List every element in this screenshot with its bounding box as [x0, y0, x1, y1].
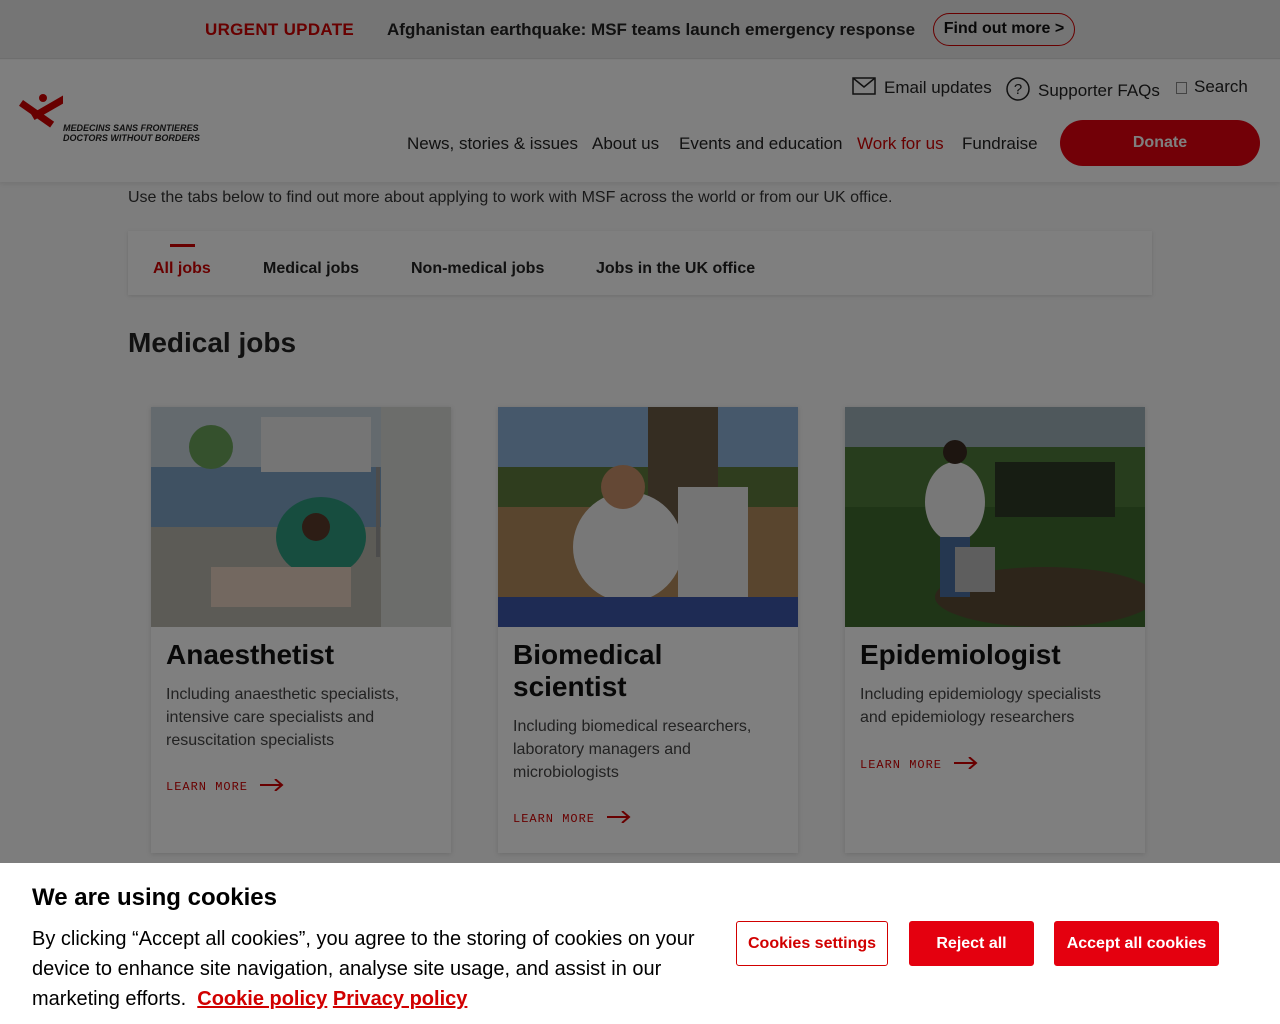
cookies-settings-button[interactable]: Cookies settings — [736, 921, 888, 966]
cookie-body: By clicking “Accept all cookies”, you ag… — [32, 924, 722, 1014]
cookie-banner: We are using cookies By clicking “Accept… — [0, 863, 1280, 1024]
privacy-policy-link[interactable]: Privacy policy — [333, 988, 468, 1010]
accept-all-cookies-button[interactable]: Accept all cookies — [1054, 921, 1219, 966]
reject-all-button[interactable]: Reject all — [909, 921, 1034, 966]
cookie-title: We are using cookies — [32, 884, 277, 911]
cookie-policy-link[interactable]: Cookie policy — [197, 988, 327, 1010]
